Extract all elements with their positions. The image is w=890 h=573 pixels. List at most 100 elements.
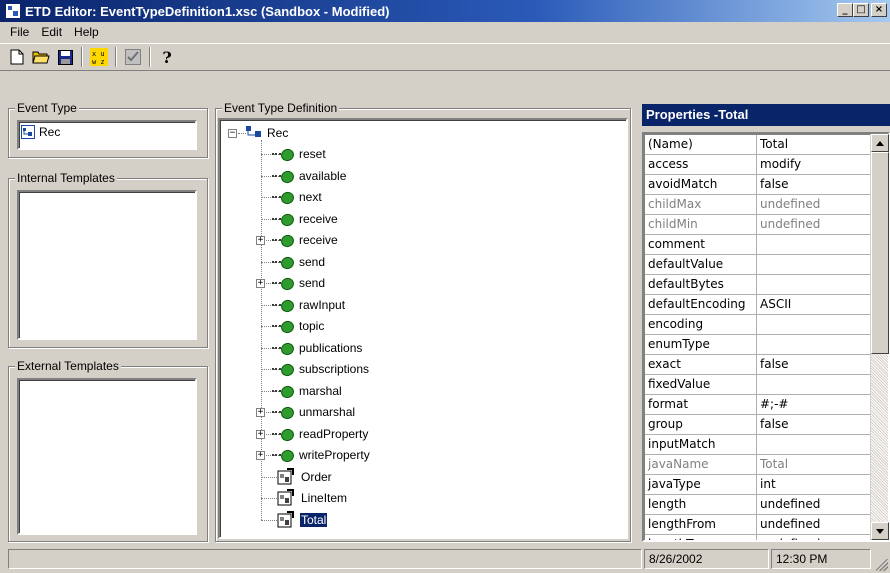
tree-node[interactable]: next [272, 187, 323, 207]
tree-node[interactable]: send [272, 252, 326, 272]
property-value[interactable]: undefined [757, 515, 870, 534]
tree-node[interactable]: unmarshal [272, 402, 356, 422]
property-row[interactable]: comment [645, 235, 870, 255]
property-value[interactable]: Total [757, 455, 870, 474]
scroll-down-button[interactable] [871, 522, 889, 540]
internal-templates-list[interactable] [17, 190, 197, 340]
property-value[interactable]: Total [757, 135, 870, 154]
property-row[interactable]: enumType [645, 335, 870, 355]
help-button[interactable]: ? [156, 46, 178, 68]
tree-node-label: Total [298, 511, 329, 528]
tree-node[interactable]: Order [276, 467, 333, 487]
property-value[interactable]: modify [757, 155, 870, 174]
tree-node[interactable]: receive [272, 209, 339, 229]
new-file-button[interactable] [6, 46, 28, 68]
property-value[interactable]: undefined [757, 535, 870, 540]
title-bar[interactable]: ETD Editor: EventTypeDefinition1.xsc (Sa… [0, 0, 890, 22]
property-value[interactable] [757, 335, 870, 354]
property-name: inputMatch [645, 435, 757, 454]
tree-expand-toggle[interactable]: + [256, 236, 265, 245]
scroll-up-button[interactable] [871, 134, 889, 152]
property-row[interactable]: javaName Total [645, 455, 870, 475]
property-value[interactable] [757, 255, 870, 274]
resize-grip[interactable] [876, 559, 888, 571]
validate-button[interactable] [122, 46, 144, 68]
property-row[interactable]: (Name) Total [645, 135, 870, 155]
property-value[interactable] [757, 375, 870, 394]
property-row[interactable]: exact false [645, 355, 870, 375]
property-value[interactable] [757, 275, 870, 294]
tree-node[interactable]: send [272, 273, 326, 293]
method-icon [272, 385, 294, 397]
property-row[interactable]: group false [645, 415, 870, 435]
property-row[interactable]: lengthToundefined [645, 535, 870, 540]
tree-node[interactable]: available [272, 166, 347, 186]
property-row[interactable]: defaultValue [645, 255, 870, 275]
tree-node[interactable]: receive [272, 230, 339, 250]
property-name: fixedValue [645, 375, 757, 394]
event-type-box[interactable]: Rec [17, 120, 197, 150]
tree-node[interactable]: LineItem [276, 488, 348, 508]
property-row[interactable]: defaultEncoding ASCII [645, 295, 870, 315]
property-name: format [645, 395, 757, 414]
etd-tree[interactable]: − Rec reset available next receive + receive s… [218, 118, 628, 539]
menu-file[interactable]: File [4, 25, 35, 39]
tree-node[interactable]: Total [276, 510, 329, 530]
tree-expand-toggle[interactable]: + [256, 451, 265, 460]
property-value[interactable] [757, 315, 870, 334]
tree-node[interactable]: publications [272, 338, 363, 358]
minimize-button[interactable]: _ [837, 3, 853, 17]
property-name: defaultEncoding [645, 295, 757, 314]
property-value[interactable]: int [757, 475, 870, 494]
tree-node[interactable]: topic [272, 316, 325, 336]
property-row[interactable]: format #;-# [645, 395, 870, 415]
compile-button[interactable]: x uw z [88, 46, 110, 68]
tree-expand-toggle[interactable]: + [256, 279, 265, 288]
tree-node-label: topic [299, 319, 325, 333]
property-value[interactable]: undefined [757, 215, 870, 234]
scroll-thumb[interactable] [871, 152, 889, 354]
property-value[interactable] [757, 235, 870, 254]
property-row[interactable]: inputMatch [645, 435, 870, 455]
tree-node[interactable]: rawInput [272, 295, 346, 315]
external-templates-list[interactable] [17, 378, 197, 535]
property-row[interactable]: lengthFrom undefined [645, 515, 870, 535]
property-value[interactable]: ASCII [757, 295, 870, 314]
property-row[interactable]: childMax undefined [645, 195, 870, 215]
tree-node[interactable]: reset [272, 144, 327, 164]
event-type-item[interactable]: Rec [19, 122, 195, 142]
property-value[interactable]: false [757, 415, 870, 434]
close-button[interactable]: × [871, 3, 887, 17]
property-value[interactable]: undefined [757, 195, 870, 214]
menu-help[interactable]: Help [68, 25, 105, 39]
property-row[interactable]: fixedValue [645, 375, 870, 395]
property-name: enumType [645, 335, 757, 354]
tree-expand-toggle[interactable]: + [256, 429, 265, 439]
properties-grid[interactable]: (Name) Total access modify avoidMatch false ch… [644, 134, 870, 540]
tree-node[interactable]: writeProperty [272, 445, 371, 465]
properties-scrollbar[interactable] [870, 134, 889, 540]
tree-root[interactable]: Rec [246, 123, 289, 143]
property-row[interactable]: childMin undefined [645, 215, 870, 235]
property-value[interactable]: false [757, 175, 870, 194]
tree-node[interactable]: readProperty [272, 424, 369, 444]
save-button[interactable] [54, 46, 76, 68]
property-row[interactable]: avoidMatch false [645, 175, 870, 195]
open-button[interactable] [30, 46, 52, 68]
property-row[interactable]: access modify [645, 155, 870, 175]
property-row[interactable]: defaultBytes [645, 275, 870, 295]
maximize-button[interactable]: □ [853, 3, 869, 17]
tree-expand-toggle[interactable]: + [256, 408, 265, 417]
property-row[interactable]: length undefined [645, 495, 870, 515]
property-value[interactable] [757, 435, 870, 454]
property-value[interactable]: #;-# [757, 395, 870, 414]
property-row[interactable]: encoding [645, 315, 870, 335]
class-icon [277, 510, 294, 527]
property-row[interactable]: javaType int [645, 475, 870, 495]
property-value[interactable]: undefined [757, 495, 870, 514]
tree-node[interactable]: marshal [272, 381, 343, 401]
menu-edit[interactable]: Edit [35, 25, 68, 39]
tree-node[interactable]: subscriptions [272, 359, 370, 379]
root-collapse-toggle[interactable]: − [228, 129, 237, 138]
property-value[interactable]: false [757, 355, 870, 374]
